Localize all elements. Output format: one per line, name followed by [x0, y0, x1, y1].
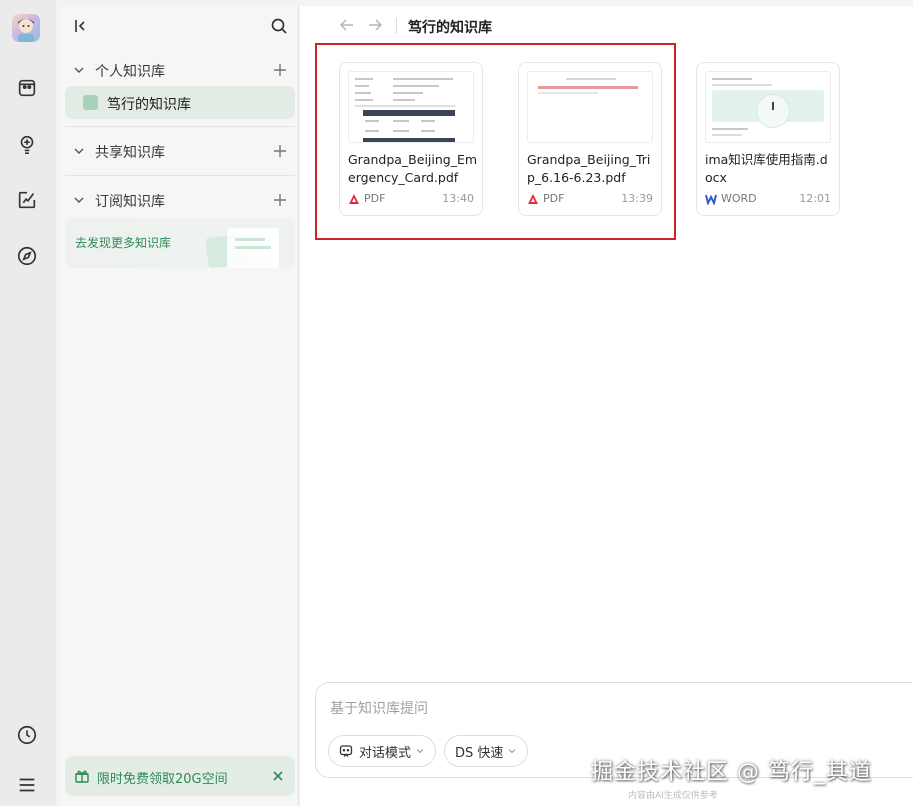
watermark: 掘金技术社区 @ 笃行_其道 [591, 760, 872, 785]
file-time: 12:01 [799, 192, 831, 205]
menu-icon[interactable] [14, 772, 40, 798]
file-name: ima知识库使用指南.docx [705, 152, 828, 185]
file-type: WORD [721, 192, 757, 205]
discover-more-kb-banner[interactable]: 去发现更多知识库 [65, 218, 295, 268]
section-shared-kb[interactable]: 共享知识库 [59, 134, 299, 168]
compass-icon[interactable] [14, 243, 40, 269]
history-clock-icon[interactable] [14, 722, 40, 748]
add-icon[interactable] [271, 61, 289, 79]
divider [65, 175, 295, 176]
section-label: 个人知识库 [95, 64, 165, 80]
free-storage-promo[interactable]: 限时免费领取20G空间 [65, 756, 295, 796]
section-subscribed-kb[interactable]: 订阅知识库 [59, 183, 299, 217]
main-panel: 笃行的知识库 Grandpa_Beijing_Emergency_Card.pd… [300, 6, 913, 806]
word-icon [705, 194, 717, 205]
model-label: DS 快速 [455, 745, 504, 761]
sidebar-item-my-kb[interactable]: 笃行的知识库 [65, 86, 295, 119]
chevron-down-icon [74, 148, 84, 154]
divider [65, 126, 295, 127]
page-title: 笃行的知识库 [408, 20, 492, 36]
promo-text: 限时免费领取20G空间 [97, 772, 228, 787]
highlight-box [315, 43, 676, 240]
section-label: 共享知识库 [95, 145, 165, 161]
search-icon[interactable] [269, 16, 289, 36]
chevron-down-icon [416, 749, 424, 754]
section-personal-kb[interactable]: 个人知识库 [59, 53, 299, 87]
idea-bulb-icon[interactable] [14, 131, 40, 157]
discover-text: 去发现更多知识库 [75, 236, 172, 250]
top-bar: 笃行的知识库 [300, 6, 913, 46]
close-icon[interactable] [270, 768, 286, 784]
left-rail [0, 0, 56, 806]
model-select[interactable]: DS 快速 [444, 735, 529, 767]
banner-illustration [235, 246, 271, 249]
avatar[interactable] [12, 14, 40, 42]
ai-disclaimer: 内容由AI生成仅供参考 [628, 791, 718, 801]
file-thumbnail [705, 71, 831, 143]
notes-icon[interactable] [14, 187, 40, 213]
banner-illustration [235, 238, 265, 241]
chevron-down-icon [74, 67, 84, 73]
section-label: 订阅知识库 [95, 194, 165, 210]
mode-label: 对话模式 [359, 745, 412, 761]
gift-icon [75, 770, 89, 783]
mode-select[interactable]: 对话模式 [328, 735, 437, 767]
knowledge-base-icon[interactable] [14, 75, 40, 101]
kb-item-label: 笃行的知识库 [107, 97, 191, 113]
add-icon[interactable] [271, 142, 289, 160]
sidebar-header [59, 6, 299, 46]
divider [396, 18, 397, 34]
question-input[interactable] [330, 697, 830, 721]
forward-arrow-icon[interactable] [366, 16, 384, 34]
chevron-down-icon [509, 749, 516, 754]
back-arrow-icon[interactable] [338, 16, 356, 34]
sidebar: 个人知识库 笃行的知识库 共享知识库 订阅知识库 去发现更多知识库 限时免费领取… [59, 6, 299, 806]
file-card[interactable]: ima知识库使用指南.docx WORD 12:01 [696, 62, 840, 216]
collapse-sidebar-icon[interactable] [71, 16, 91, 36]
chevron-down-icon [74, 197, 84, 203]
add-icon[interactable] [271, 191, 289, 209]
kb-folder-icon [83, 95, 98, 110]
chat-bubble-icon [339, 745, 353, 757]
